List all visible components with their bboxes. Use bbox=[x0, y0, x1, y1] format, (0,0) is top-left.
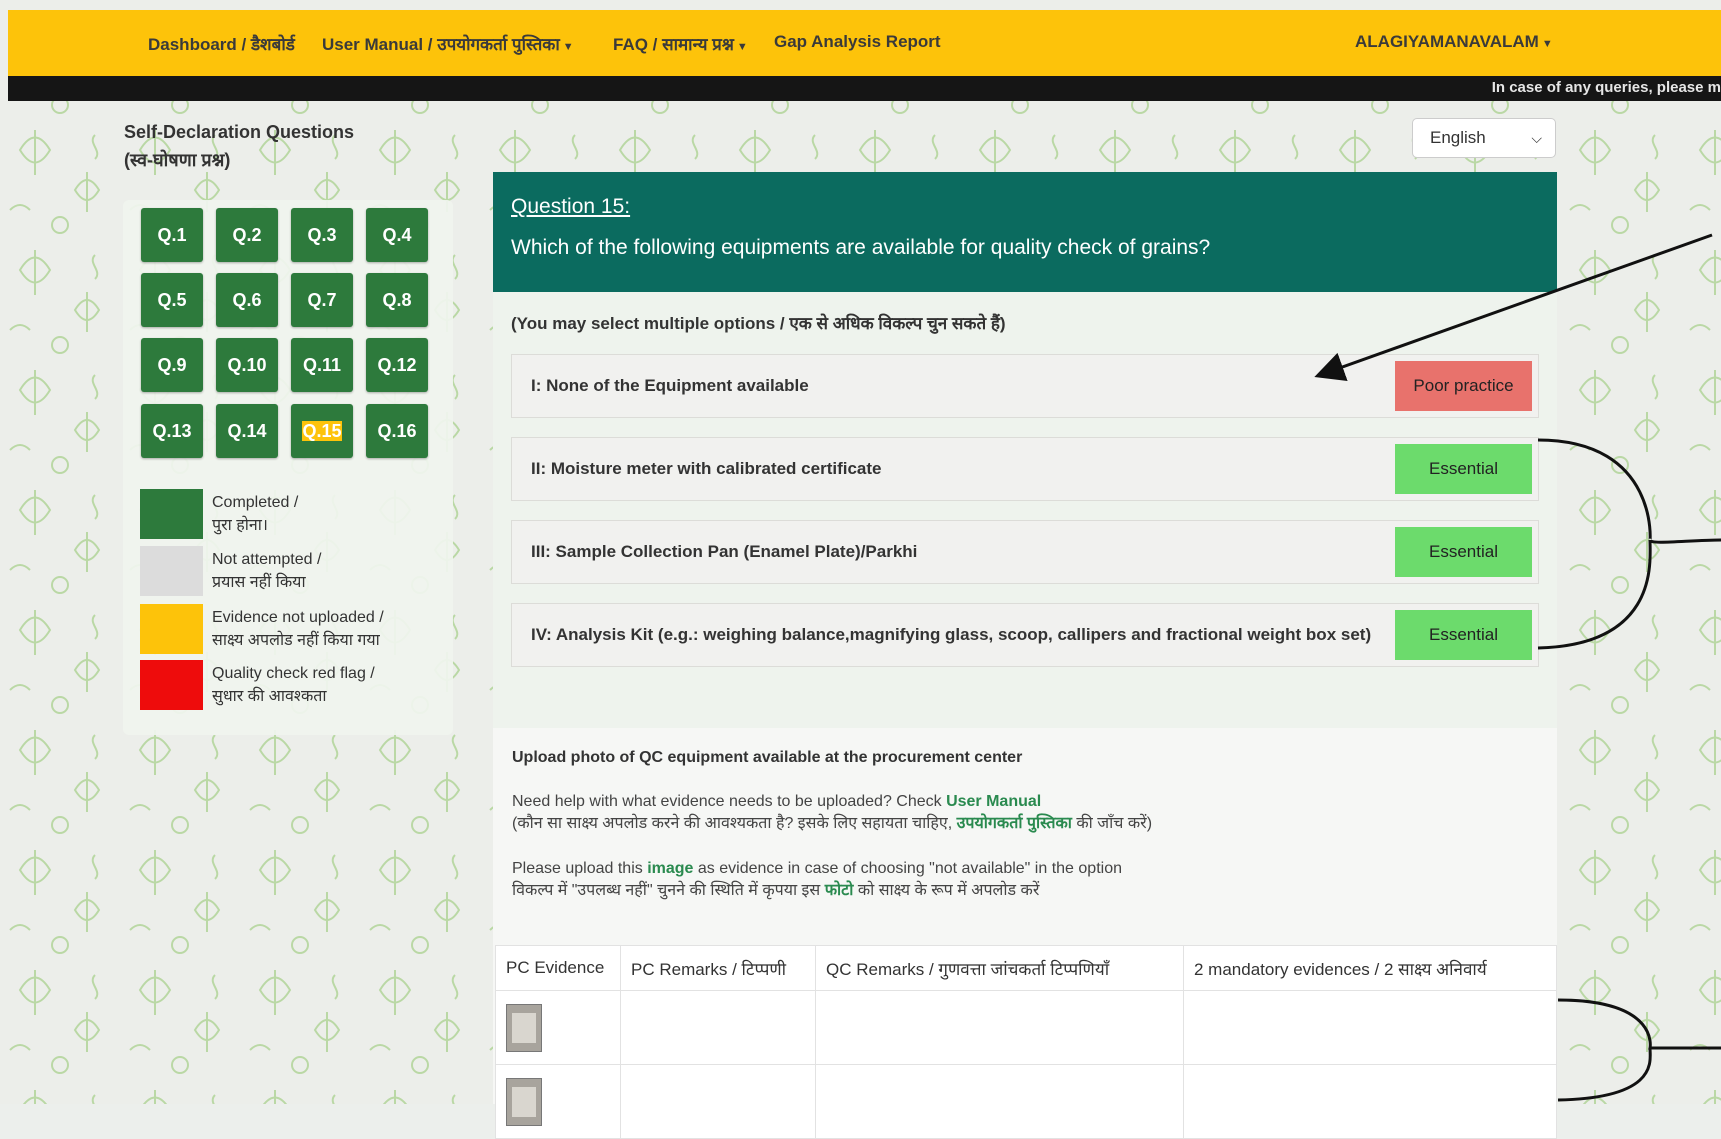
annotation-arrow bbox=[1314, 233, 1713, 382]
annotation-brace bbox=[1537, 438, 1721, 650]
annotation-brace bbox=[1557, 998, 1721, 1102]
annotation-overlay bbox=[1314, 233, 1721, 1102]
